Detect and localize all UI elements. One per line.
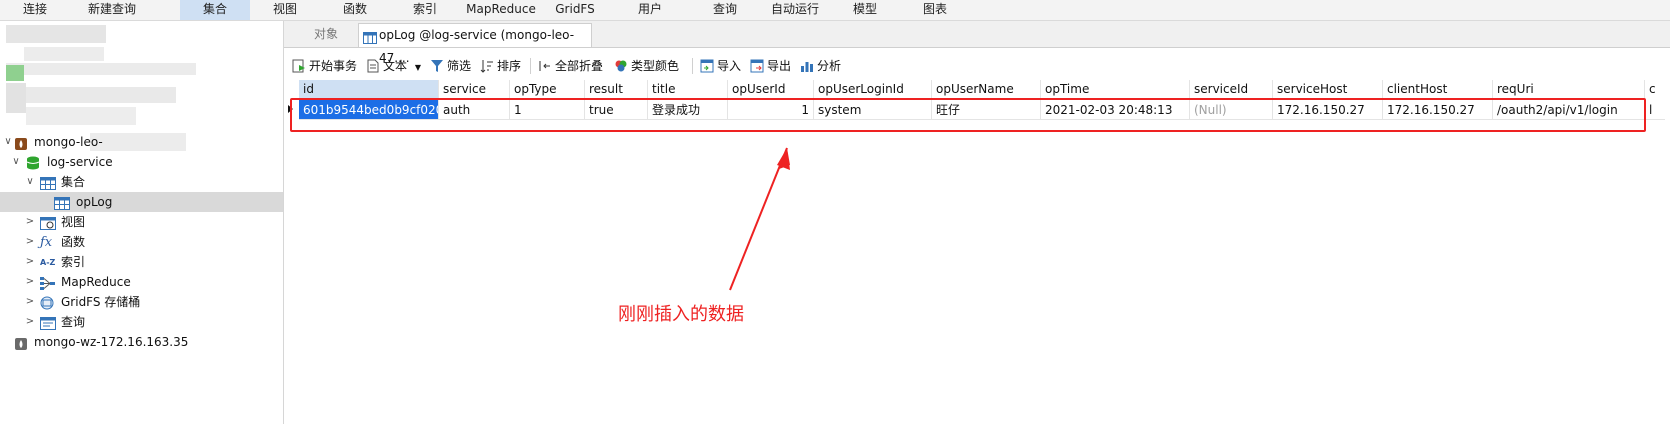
annotation-arrow — [729, 147, 790, 291]
annotation-text: 刚刚插入的数据 — [618, 304, 744, 325]
